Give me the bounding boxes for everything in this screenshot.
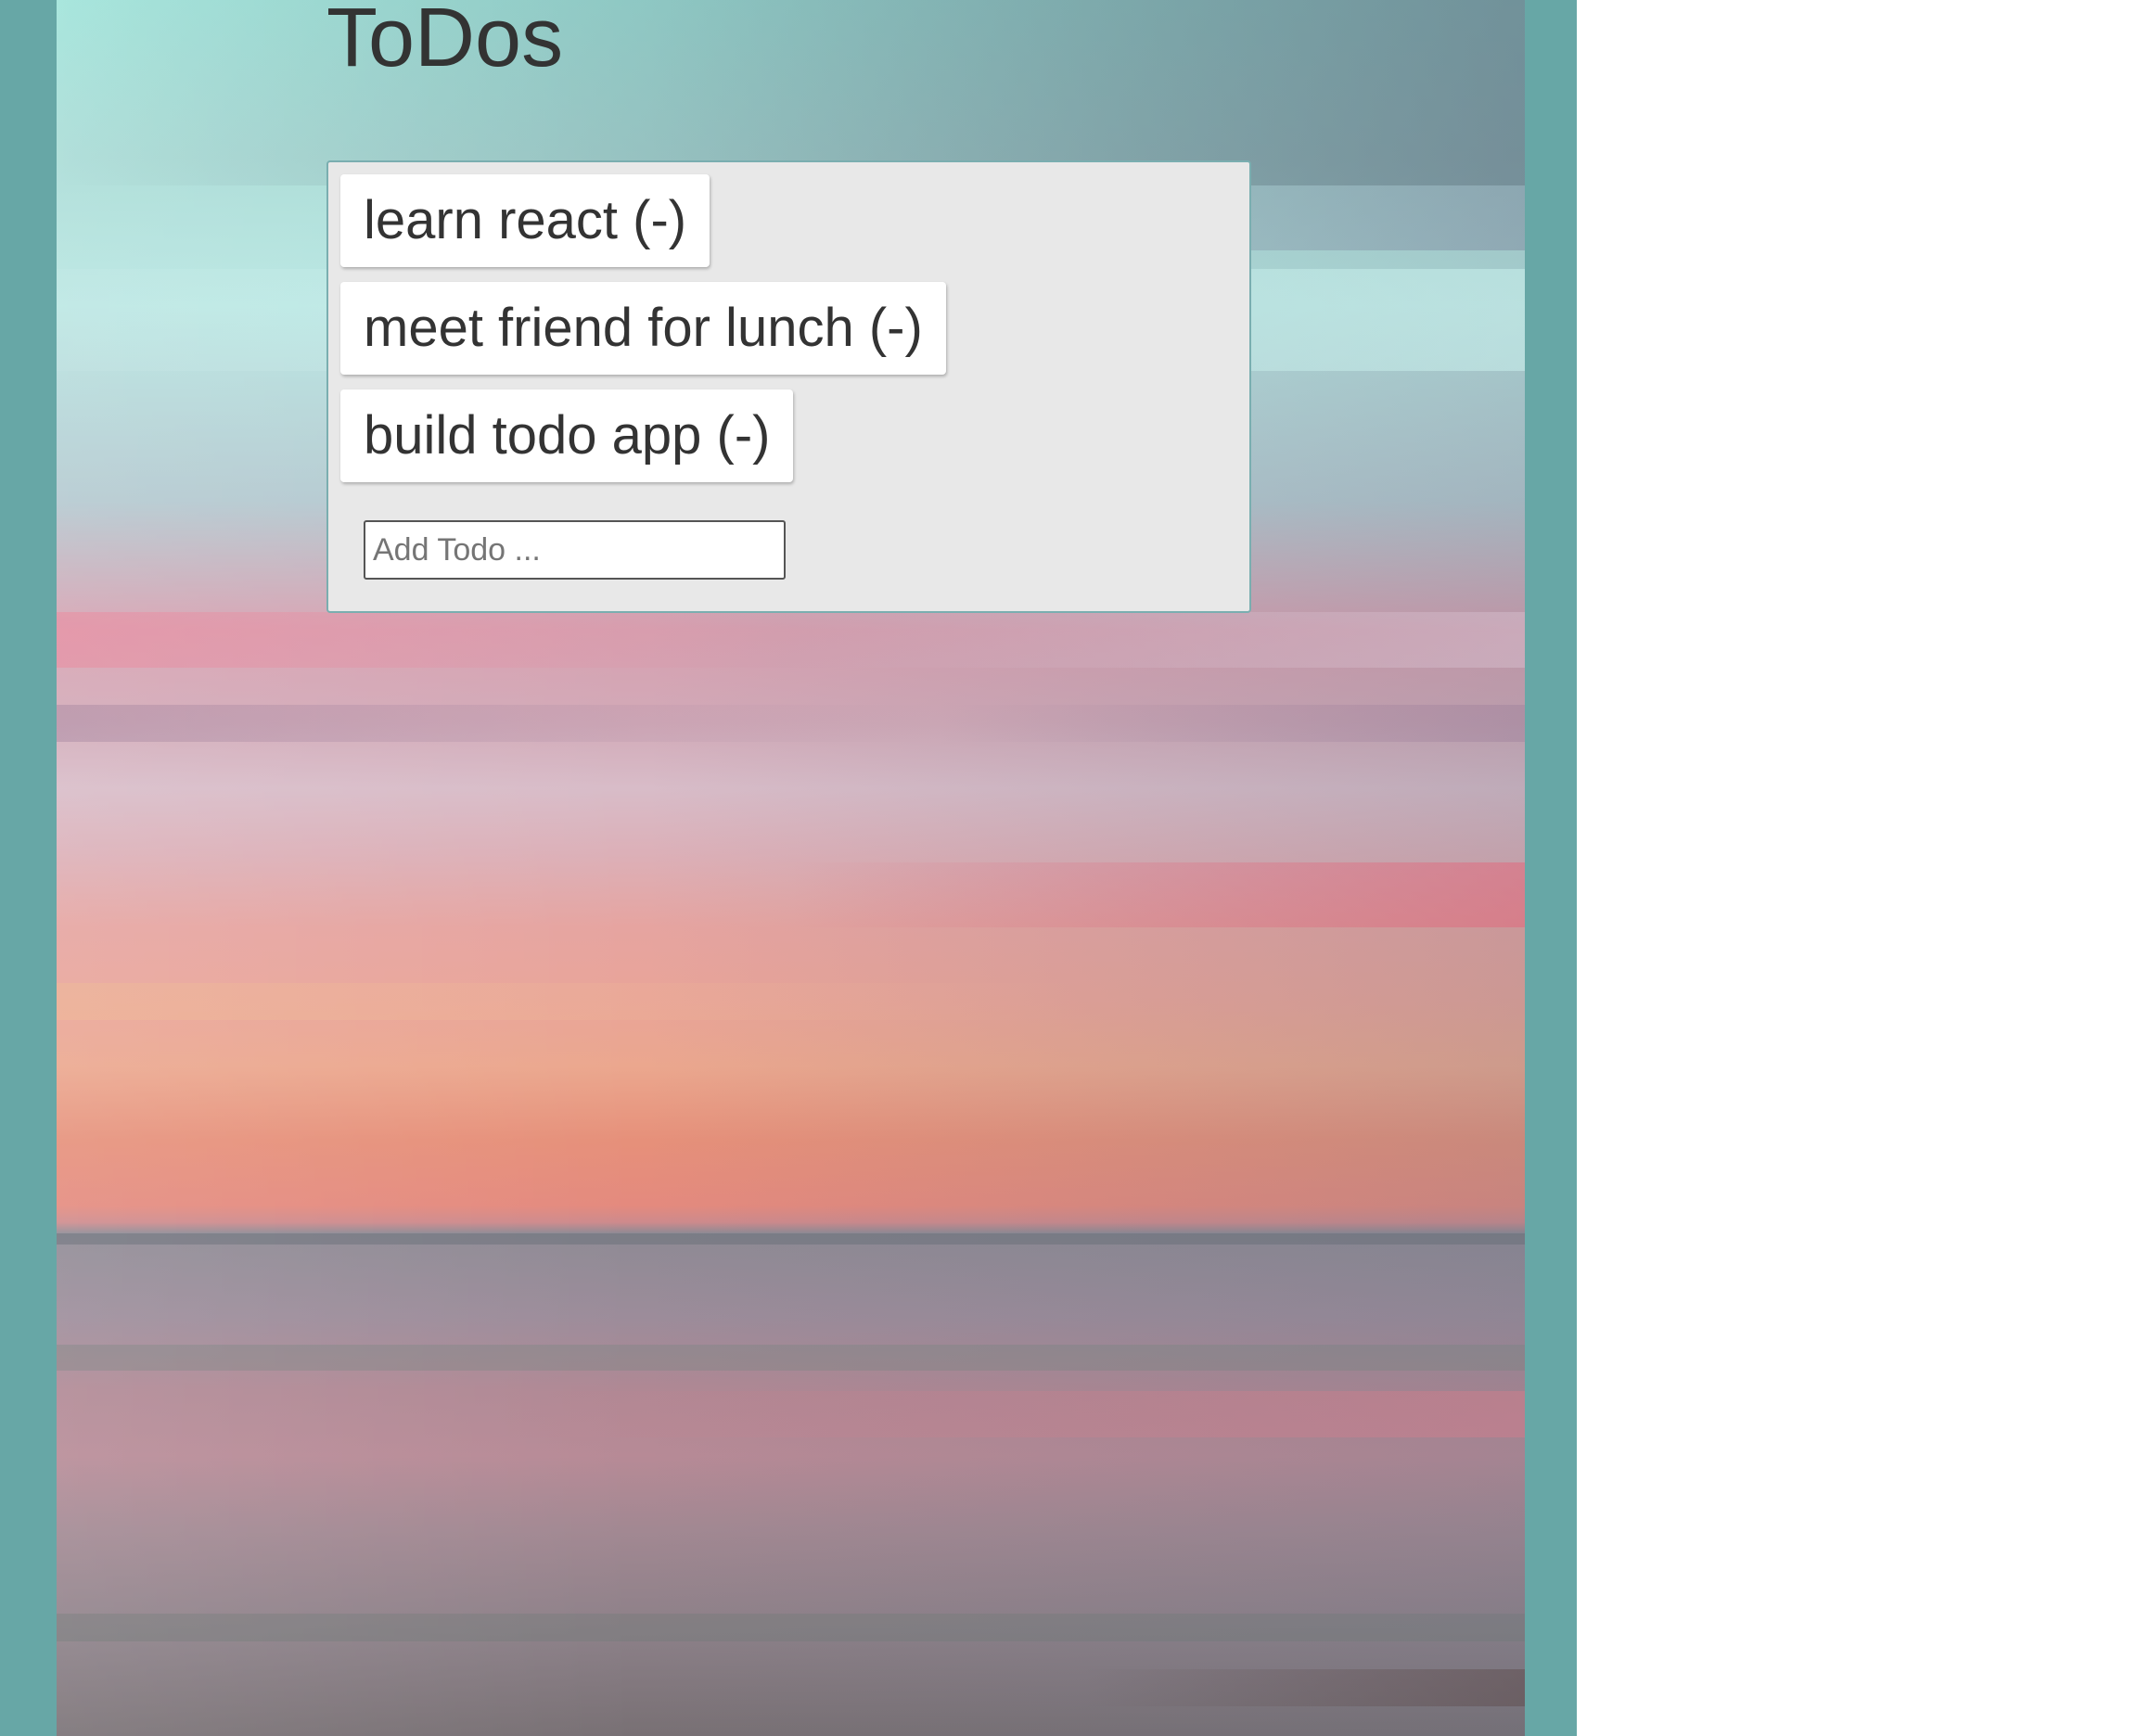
todo-item-learn-react[interactable]: learn react (-)	[340, 174, 710, 267]
todo-list-panel: learn react (-) meet friend for lunch (-…	[326, 160, 1251, 613]
add-todo-input[interactable]	[364, 520, 786, 580]
page-title: ToDos	[326, 0, 564, 84]
todo-item-build-todo-app[interactable]: build todo app (-)	[340, 389, 794, 482]
todo-item-meet-friend[interactable]: meet friend for lunch (-)	[340, 282, 946, 375]
